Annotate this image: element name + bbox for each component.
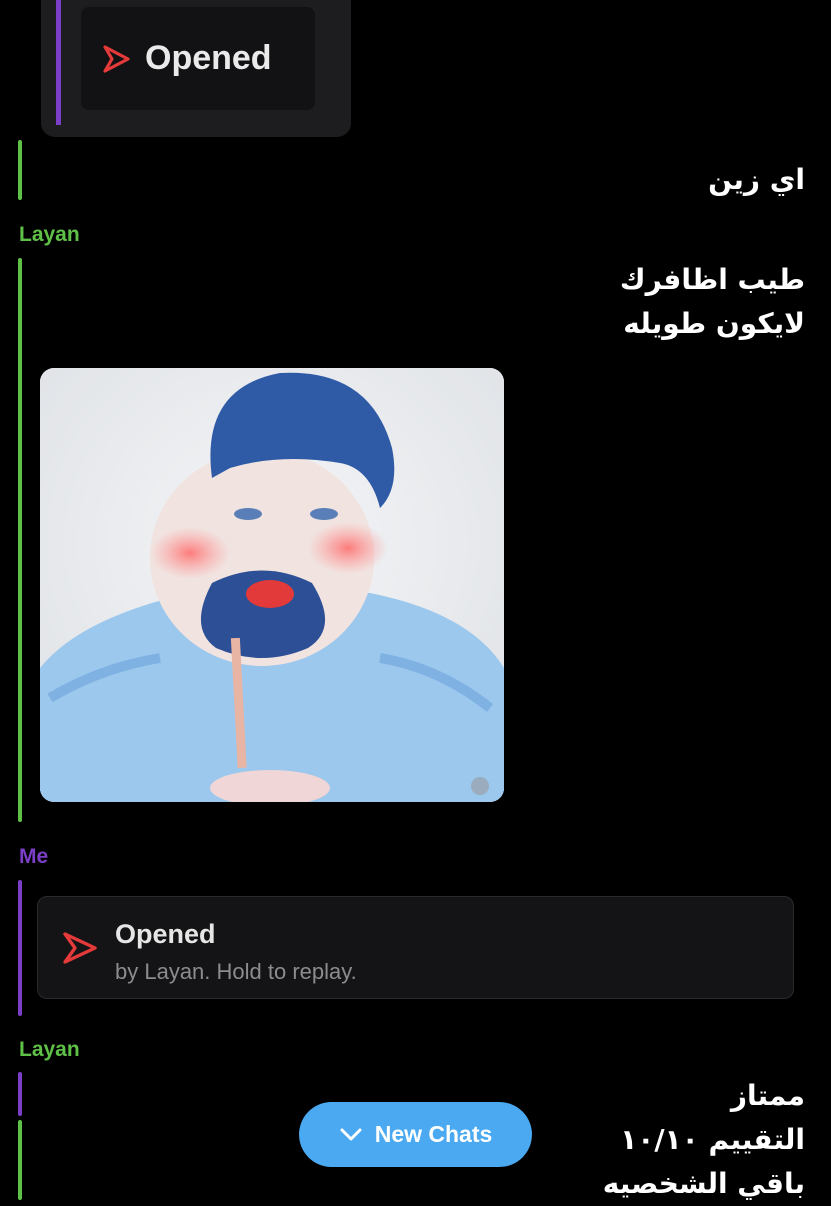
me-message-bar <box>18 1072 22 1116</box>
friend-message-bar <box>18 258 22 822</box>
message-line: لايكون طويله <box>623 307 805 340</box>
photo-image <box>40 368 504 802</box>
new-chats-button[interactable]: New Chats <box>299 1102 532 1167</box>
shared-photo[interactable] <box>40 368 504 802</box>
chat-message[interactable]: ممتاز التقييم ١٠/١٠ باقي الشخصيه <box>603 1074 805 1206</box>
sender-name: Layan <box>19 223 80 246</box>
chat-message[interactable]: طيب اظافرك لايكون طويله <box>620 258 805 346</box>
message-line: باقي الشخصيه <box>602 1167 805 1200</box>
chevron-down-icon <box>340 1128 362 1140</box>
snap-arrow-icon <box>63 932 97 964</box>
friend-message-bar <box>18 1120 22 1200</box>
snap-status: Opened <box>115 919 216 949</box>
me-message-bar <box>18 880 22 1016</box>
opened-snap-button[interactable]: Opened <box>81 7 315 110</box>
snap-arrow-icon <box>103 44 130 73</box>
opened-snap-card[interactable]: Opened by Layan. Hold to replay. <box>37 896 794 999</box>
message-line: طيب اظافرك <box>619 263 805 296</box>
message-line: ممتاز <box>730 1079 805 1112</box>
new-chats-label: New Chats <box>374 1121 493 1147</box>
chat-message[interactable]: اي زين <box>708 158 805 202</box>
opened-label: Opened <box>145 39 272 77</box>
message-text: اي زين <box>708 163 805 196</box>
sender-name: Me <box>19 845 49 868</box>
friend-message-bar <box>18 140 22 200</box>
message-line: التقييم ١٠/١٠ <box>620 1123 805 1156</box>
snap-detail: by Layan. Hold to replay. <box>115 959 357 984</box>
sender-name: Layan <box>19 1038 80 1061</box>
me-message-bar <box>56 0 61 125</box>
